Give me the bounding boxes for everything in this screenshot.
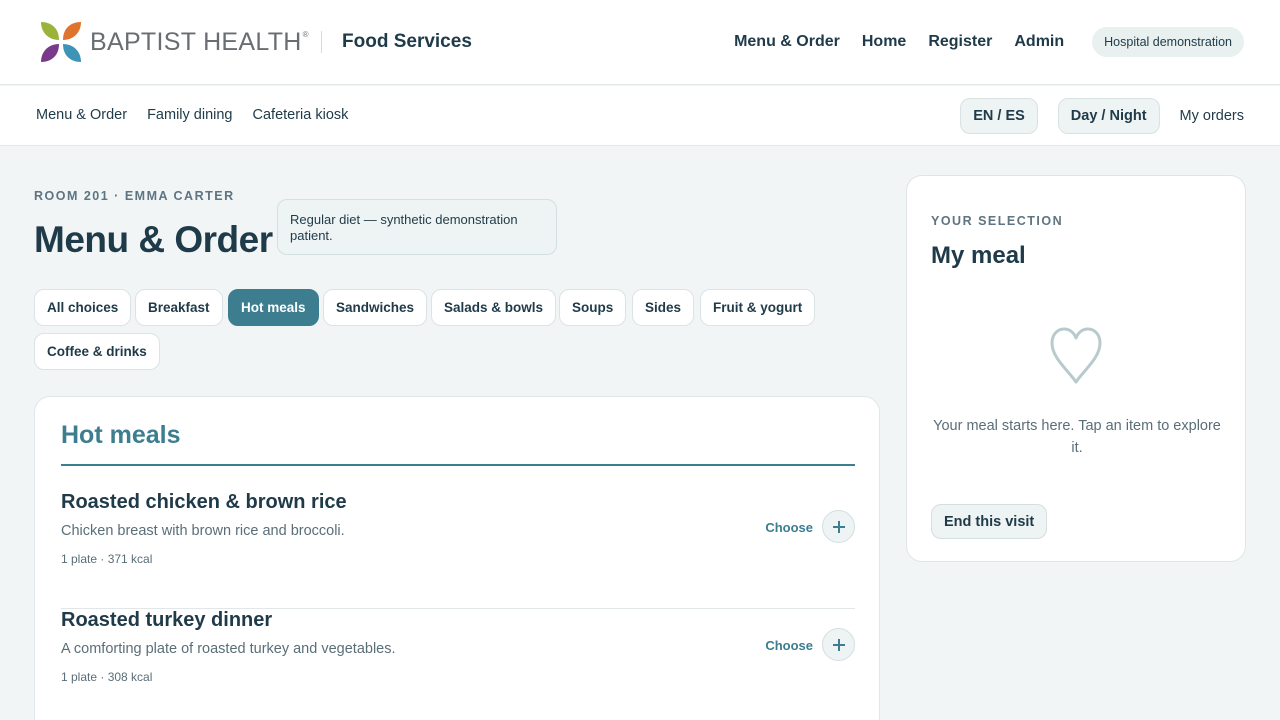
section-divider: [61, 464, 855, 466]
room-patient-label: ROOM 201 · EMMA CARTER: [34, 189, 235, 203]
chip-coffee-drinks[interactable]: Coffee & drinks: [34, 333, 160, 370]
chip-sandwiches[interactable]: Sandwiches: [323, 289, 428, 326]
demo-badge: Hospital demonstration: [1092, 27, 1244, 57]
brand-divider: [321, 31, 322, 53]
add-item-button[interactable]: [822, 628, 855, 661]
menu-item-name: Roasted turkey dinner: [61, 609, 273, 631]
main-nav: Menu & Order Home Register Admin Hospita…: [734, 27, 1244, 57]
section-title: Hot meals: [61, 421, 181, 449]
end-visit-button[interactable]: End this visit: [931, 504, 1048, 539]
subnav-family-dining[interactable]: Family dining: [147, 107, 232, 123]
selection-panel: YOUR SELECTION My meal Your meal starts …: [906, 175, 1246, 562]
language-toggle-button[interactable]: EN / ES: [960, 98, 1038, 134]
add-item-button[interactable]: [822, 510, 855, 543]
chip-fruit-yogurt[interactable]: Fruit & yogurt: [700, 289, 816, 326]
chip-all-choices[interactable]: All choices: [34, 289, 132, 326]
choose-button[interactable]: Choose: [765, 520, 813, 535]
nav-admin[interactable]: Admin: [1014, 33, 1064, 51]
empty-selection-message: Your meal starts here. Tap an item to ex…: [933, 418, 1221, 456]
subnav-menu-order[interactable]: Menu & Order: [36, 107, 127, 123]
choose-button[interactable]: Choose: [765, 638, 813, 653]
top-header: BAPTIST HEALTH® Food Services Menu & Ord…: [0, 0, 1280, 85]
chip-sides[interactable]: Sides: [632, 289, 695, 326]
chip-hot-meals[interactable]: Hot meals: [228, 289, 319, 326]
menu-item[interactable]: Roasted chicken & brown rice Chicken bre…: [61, 491, 855, 609]
brand-name: BAPTIST HEALTH®: [90, 28, 309, 56]
nav-home[interactable]: Home: [862, 33, 906, 51]
hot-meals-section: Hot meals Roasted chicken & brown rice C…: [34, 396, 880, 720]
heart-icon: [1050, 327, 1102, 384]
chip-soups[interactable]: Soups: [559, 289, 627, 326]
menu-item-description: Chicken breast with brown rice and brocc…: [61, 523, 345, 539]
sub-nav-links: Menu & Order Family dining Cafeteria kio…: [36, 107, 368, 123]
day-night-toggle-button[interactable]: Day / Night: [1057, 98, 1160, 134]
page-title: Menu & Order: [34, 219, 273, 260]
menu-item[interactable]: Roasted turkey dinner A comforting plate…: [61, 609, 855, 720]
chip-breakfast[interactable]: Breakfast: [135, 289, 223, 326]
sub-nav-actions: EN / ES Day / Night My orders: [960, 98, 1244, 134]
selection-title: My meal: [931, 242, 1026, 269]
chip-salads-bowls[interactable]: Salads & bowls: [431, 289, 557, 326]
menu-item-meta: 1 plate · 308 kcal: [61, 670, 153, 684]
menu-item-meta: 1 plate · 371 kcal: [61, 552, 153, 566]
menu-item-description: A comforting plate of roasted turkey and…: [61, 641, 396, 657]
my-orders-link[interactable]: My orders: [1180, 108, 1244, 124]
baptist-health-logo[interactable]: [39, 21, 83, 63]
nav-register[interactable]: Register: [928, 33, 992, 51]
selection-eyebrow: YOUR SELECTION: [931, 214, 1064, 228]
subnav-cafeteria-kiosk[interactable]: Cafeteria kiosk: [253, 107, 349, 123]
nav-menu-order[interactable]: Menu & Order: [734, 33, 840, 51]
menu-item-name: Roasted chicken & brown rice: [61, 491, 347, 513]
app-name: Food Services: [342, 31, 472, 52]
diet-note: Regular diet — synthetic demonstration p…: [277, 199, 557, 255]
sub-nav-bar: Menu & Order Family dining Cafeteria kio…: [0, 86, 1280, 146]
